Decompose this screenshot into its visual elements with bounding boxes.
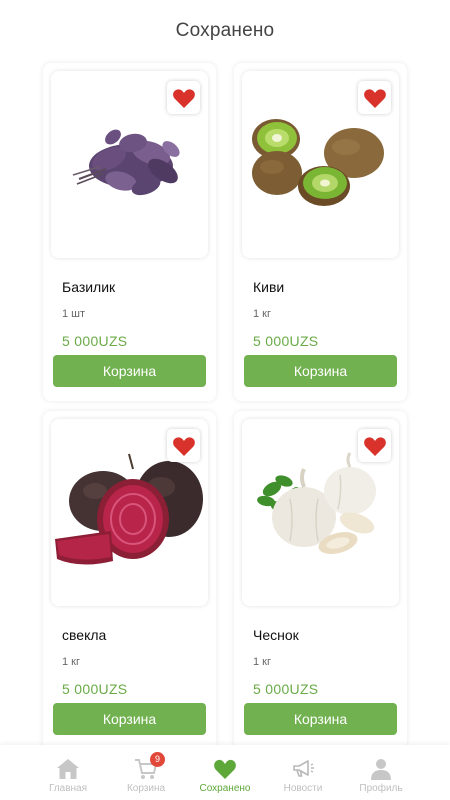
nav-label: Сохранено [199, 783, 251, 794]
product-image[interactable] [242, 419, 399, 606]
nav-item-profile[interactable]: Профиль [341, 745, 421, 800]
product-name: свекла [62, 627, 107, 643]
product-name: Чеснок [253, 627, 299, 643]
cart-count-badge: 9 [150, 752, 165, 767]
product-unit: 1 кг [253, 656, 271, 668]
product-image[interactable] [51, 71, 208, 258]
favorite-button[interactable] [358, 429, 391, 462]
product-card[interactable]: Чеснок 1 кг 5 000UZS Корзина [234, 411, 407, 749]
product-price: 5 000UZS [253, 681, 319, 697]
user-icon [371, 759, 391, 780]
product-unit: 1 кг [62, 656, 80, 668]
favorite-button[interactable] [167, 81, 200, 114]
add-to-cart-button[interactable]: Корзина [53, 355, 206, 387]
product-price: 5 000UZS [62, 333, 128, 349]
favorite-button[interactable] [167, 429, 200, 462]
nav-item-home[interactable]: Главная [28, 745, 108, 800]
product-name: Киви [253, 279, 285, 295]
add-to-cart-button[interactable]: Корзина [244, 703, 397, 735]
nav-label: Корзина [126, 783, 166, 794]
product-price: 5 000UZS [253, 333, 319, 349]
product-image[interactable] [51, 419, 208, 606]
favorite-button[interactable] [358, 81, 391, 114]
nav-item-saved[interactable]: Сохранено [185, 745, 265, 800]
product-card[interactable]: Киви 1 кг 5 000UZS Корзина [234, 63, 407, 401]
product-card[interactable]: свекла 1 кг 5 000UZS Корзина [43, 411, 216, 749]
nav-label: Главная [48, 783, 88, 794]
heart-icon [363, 436, 386, 456]
heart-icon [363, 88, 386, 108]
nav-item-cart[interactable]: 9 Корзина [106, 745, 186, 800]
page-header: Сохранено [0, 0, 450, 62]
bottom-navigation: Главная 9 Корзина Сохранено Новости Проф… [0, 745, 450, 800]
add-to-cart-button[interactable]: Корзина [244, 355, 397, 387]
nav-label: Новости [283, 783, 323, 794]
product-unit: 1 шт [62, 308, 86, 320]
page-title: Сохранено [175, 20, 275, 41]
nav-item-news[interactable]: Новости [263, 745, 343, 800]
product-name: Базилик [62, 279, 116, 295]
home-icon [57, 759, 79, 779]
product-price: 5 000UZS [62, 681, 128, 697]
megaphone-icon [293, 760, 314, 777]
heart-icon [214, 759, 236, 779]
product-image[interactable] [242, 71, 399, 258]
add-to-cart-button[interactable]: Корзина [53, 703, 206, 735]
heart-icon [172, 436, 195, 456]
product-card[interactable]: Базилик 1 шт 5 000UZS Корзина [43, 63, 216, 401]
nav-label: Профиль [359, 783, 403, 794]
product-unit: 1 кг [253, 308, 271, 320]
heart-icon [172, 88, 195, 108]
